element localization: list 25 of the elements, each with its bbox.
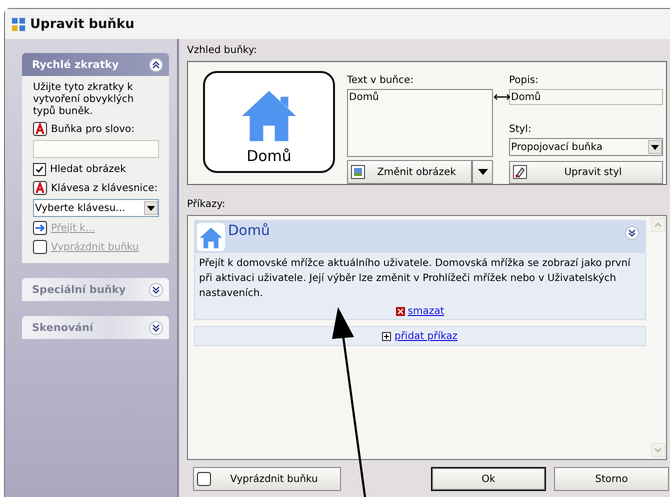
field-label: Styl: xyxy=(509,124,532,136)
section-label: Příkazy: xyxy=(187,199,226,211)
shortcut-intro: Užijte tyto zkratky k vytvoření obvyklých typů buněk. xyxy=(33,82,135,118)
field-label: Text v buňce: xyxy=(347,75,415,86)
checkbox-label[interactable]: Hledat obrázek xyxy=(50,164,126,174)
delete-link[interactable]: smazat xyxy=(408,306,444,316)
key-dropdown[interactable]: Vyberte klávesu... xyxy=(33,199,159,217)
section-label: Vzhled buňky: xyxy=(187,45,258,57)
description-field[interactable]: Domů xyxy=(509,89,663,106)
edit-style-button[interactable]: Upravit styl xyxy=(509,160,663,184)
add-command-link[interactable]: přidat příkaz xyxy=(394,330,458,342)
key-label: Klávesa z klávesnice: xyxy=(51,182,158,194)
cancel-button[interactable]: Storno xyxy=(554,467,669,491)
clear-cell-button[interactable]: Vyprázdnit buňku xyxy=(193,467,341,491)
section-header[interactable]: Rychlé zkratky xyxy=(22,53,169,76)
cell-text-field[interactable]: Domů xyxy=(347,89,493,157)
preview-text: Domů xyxy=(246,147,292,165)
ok-button[interactable]: Ok xyxy=(431,467,546,491)
change-image-button[interactable]: Změnit obrázek xyxy=(347,160,472,184)
window-title: Upravit buňku xyxy=(30,16,134,32)
word-label: Buňka pro slovo: xyxy=(51,124,135,134)
command-description: Přejít k domovské mřížce aktuálního uživatele. Domovská mřížka se zobrazí jako první při aktivaci uživatele. Její výběr lze změnit v Prohlížeči mřížek nebo v Uživatelských nastaveních. xyxy=(198,257,632,301)
command-title: Domů xyxy=(228,223,271,239)
field-label: Popis: xyxy=(509,75,540,86)
style-dropdown[interactable]: Propojovací buňka xyxy=(509,138,663,156)
